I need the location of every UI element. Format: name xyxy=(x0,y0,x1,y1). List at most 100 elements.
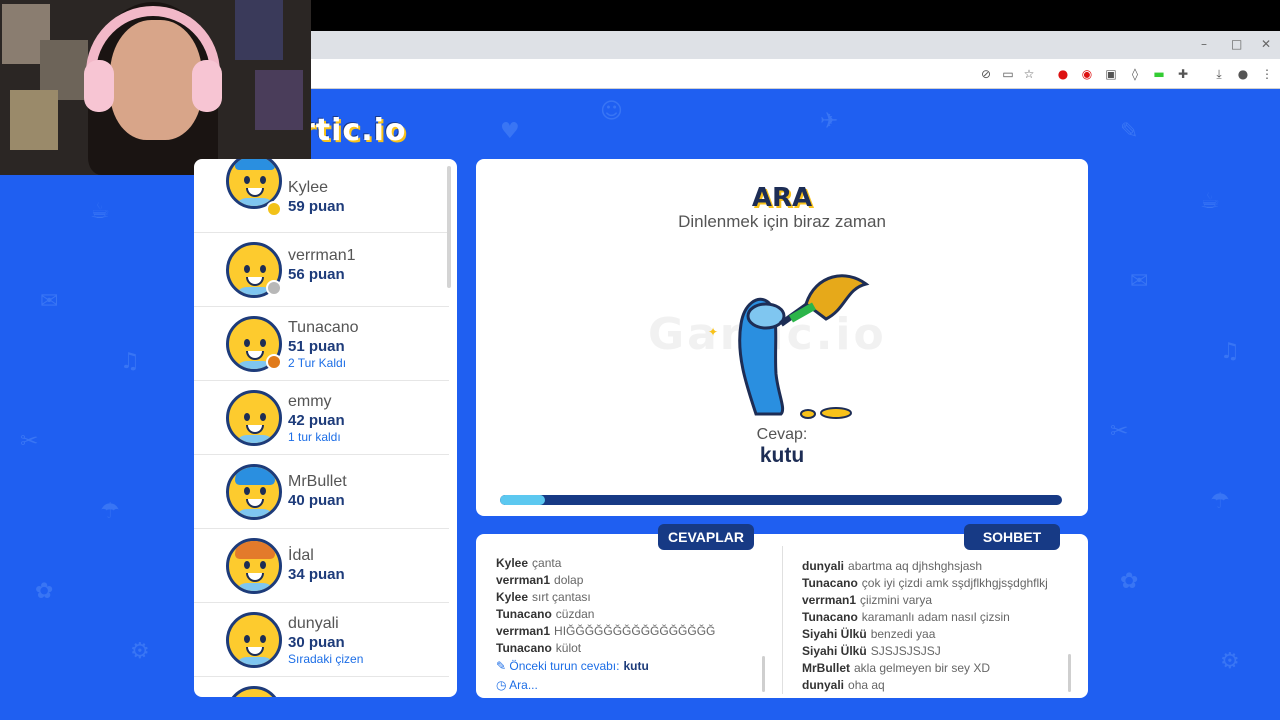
avatar-mouth xyxy=(246,573,264,582)
round-subtitle: Dinlenmek için biraz zaman xyxy=(678,212,886,231)
doodle-icon: ☺ xyxy=(600,99,623,124)
doodle-icon: ☕ xyxy=(1200,189,1220,214)
answers-scrollbar[interactable] xyxy=(762,656,765,692)
star-icon[interactable]: ☆ xyxy=(1021,66,1037,82)
chat-line: dunyali oha aq xyxy=(802,678,885,692)
close-window-button[interactable]: ✕ xyxy=(1261,37,1271,51)
chat-line: dunyali abartma aq djhshghsjash xyxy=(802,559,982,573)
avatar-shirt xyxy=(235,657,275,665)
chat-text: akla gelmeyen bir sey XD xyxy=(854,661,991,675)
tab-chat[interactable]: SOHBET xyxy=(964,524,1060,550)
chat-user: Tunacano xyxy=(802,576,858,590)
player-score: 51 puan xyxy=(288,338,345,355)
player-score: 40 puan xyxy=(288,492,345,509)
player-score: 30 puan xyxy=(288,634,345,651)
download-icon[interactable]: ⤓ xyxy=(1211,66,1227,82)
player-row[interactable]: emmy 42 puan 1 tur kaldı xyxy=(194,381,449,455)
avatar-eye xyxy=(260,413,266,421)
chat-line: verrman1 çiizmini varya xyxy=(802,593,932,607)
extension-square-icon[interactable]: ▣ xyxy=(1103,66,1119,82)
player-row[interactable]: İdal 34 puan xyxy=(194,529,449,603)
player-row[interactable]: verrman1 56 puan xyxy=(194,233,449,307)
player-note: 1 tur kaldı xyxy=(288,430,341,444)
player-name: İdal xyxy=(288,547,314,564)
camera-off-icon[interactable]: ⊘ xyxy=(978,66,994,82)
chat-text: abartma aq djhshghsjash xyxy=(848,559,983,573)
avatar-eye xyxy=(260,561,266,569)
avatar xyxy=(226,538,282,594)
answer-text: çanta xyxy=(532,556,562,570)
adblock-icon[interactable]: ◉ xyxy=(1079,66,1095,82)
answer-text: HIĞĞĞĞĞĞĞĞĞĞĞĞĞĞĞĞ xyxy=(554,624,716,638)
answer-user: Tunacano xyxy=(496,641,552,655)
avatar-eye xyxy=(260,487,266,495)
drawing-canvas[interactable]: ARA Dinlenmek için biraz zaman Gartic.io… xyxy=(476,159,1088,516)
player-name: Kylee xyxy=(288,179,329,196)
player-score: 56 puan xyxy=(288,266,345,283)
player-row[interactable]: Tunacano 51 puan 2 Tur Kaldı xyxy=(194,307,449,381)
wall-poster xyxy=(10,90,58,150)
battery-icon[interactable]: ▬ xyxy=(1151,66,1167,82)
more-icon[interactable]: ⋮ xyxy=(1259,66,1275,82)
chat-user: Siyahi Ülkü xyxy=(802,644,867,658)
answer-line: Kylee sırt çantası xyxy=(496,590,591,604)
avatar xyxy=(226,464,282,520)
chat-text: çok iyi çizdi amk sşdjflkhgjsşdghflkj xyxy=(861,576,1048,590)
screen-cast-icon[interactable]: ▭ xyxy=(1000,66,1016,82)
avatar xyxy=(226,686,282,697)
puzzle-icon[interactable]: ✚ xyxy=(1175,66,1191,82)
wall-poster xyxy=(255,70,303,130)
avatar-eye xyxy=(244,176,250,184)
answer-line: Kylee çanta xyxy=(496,556,561,570)
answer-line: Tunacano cüzdan xyxy=(496,607,594,621)
doodle-icon: ✉ xyxy=(40,289,59,314)
chat-text: SJSJSJSJSJ xyxy=(870,644,941,658)
player-name: emmy xyxy=(288,393,332,410)
player-row[interactable]: MrBullet 40 puan xyxy=(194,455,449,529)
waiting-line: ◷ Ara... xyxy=(496,678,538,692)
doodle-icon: ✿ xyxy=(35,579,54,604)
chat-user: dunyali xyxy=(802,678,845,692)
doodle-icon: ⚙ xyxy=(130,639,150,664)
avatar-shirt xyxy=(235,435,275,443)
avatar-mouth xyxy=(246,351,264,360)
chat-line: MrBullet akla gelmeyen bir sey XD xyxy=(802,661,990,675)
answer-line: verrman1 HIĞĞĞĞĞĞĞĞĞĞĞĞĞĞĞĞ xyxy=(496,624,715,638)
doodle-icon: ♫ xyxy=(1220,339,1240,364)
doodle-icon: ✉ xyxy=(1130,269,1149,294)
avatar-eye xyxy=(244,413,250,421)
tab-answers[interactable]: CEVAPLAR xyxy=(658,524,754,550)
avatar xyxy=(226,390,282,446)
answer-text: cüzdan xyxy=(555,607,595,621)
wall-poster xyxy=(235,0,283,60)
player-row[interactable]: Kylee 59 puan xyxy=(194,159,449,233)
answer-user: verrman1 xyxy=(496,624,551,638)
doodle-icon: ✿ xyxy=(1120,569,1139,594)
player-note: 2 Tur Kaldı xyxy=(288,356,347,370)
shield-icon[interactable]: ◊ xyxy=(1127,66,1143,82)
chat-line: Tunacano karamanlı adam nasıl çizsin xyxy=(802,610,1010,624)
avatar-eye xyxy=(260,635,266,643)
avatar-eye xyxy=(244,265,250,273)
player-list: Kylee 59 puan verrman1 56 puan Tunacano … xyxy=(194,159,457,697)
minimize-button[interactable]: – xyxy=(1201,37,1207,51)
round-progress-bar xyxy=(500,495,1062,505)
player-row[interactable]: dunyali 30 puan Sıradaki çizen xyxy=(194,603,449,677)
answer-line: verrman1 dolap xyxy=(496,573,583,587)
answer-word: kutu xyxy=(759,444,805,467)
maximize-button[interactable]: □ xyxy=(1231,37,1242,51)
player-row[interactable] xyxy=(194,677,449,697)
doodle-icon: ✂ xyxy=(20,429,39,454)
avatar-hair xyxy=(235,159,275,170)
answer-label: Cevap: xyxy=(756,426,808,443)
player-list-scrollbar[interactable] xyxy=(447,166,451,288)
profile-icon[interactable]: ● xyxy=(1235,66,1251,82)
status-dot xyxy=(266,354,282,370)
avatar-eye xyxy=(260,265,266,273)
previous-answer-line: ✎ Önceki turun cevabı: kutu xyxy=(496,659,653,673)
opera-icon[interactable]: ● xyxy=(1055,66,1071,82)
chat-line: Tunacano çok iyi çizdi amk sşdjflkhgjsşdg… xyxy=(802,576,1048,590)
chat-scrollbar[interactable] xyxy=(1068,654,1071,692)
doodle-icon: ♥ xyxy=(500,119,520,144)
player-score: 34 puan xyxy=(288,566,345,583)
